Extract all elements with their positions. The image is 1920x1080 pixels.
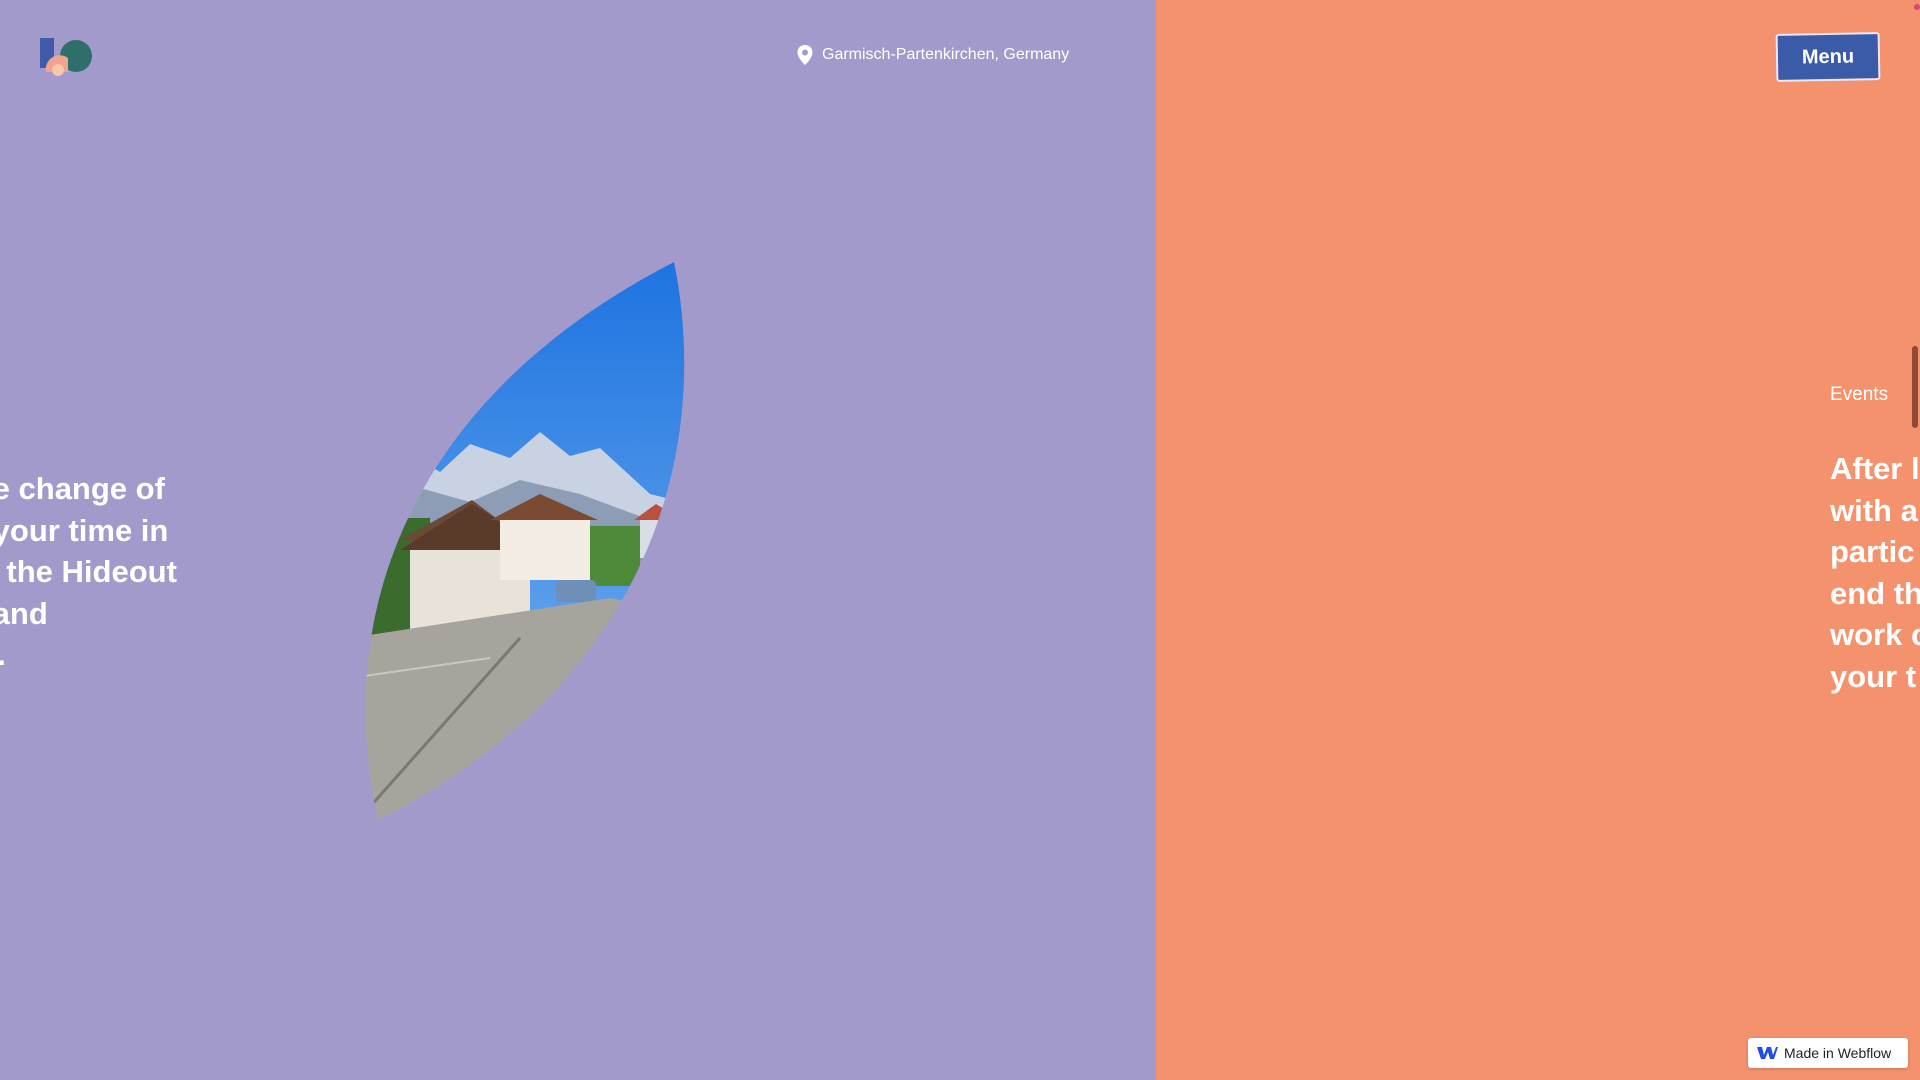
intro-line: joy the change of [0, 471, 165, 506]
badge-label: Made in Webflow [1784, 1045, 1892, 1061]
events-line: After l [1830, 451, 1920, 486]
events-line: partic [1830, 534, 1915, 569]
village-photo [350, 258, 706, 824]
events-line: your t [1830, 658, 1917, 694]
location-text: Garmisch-Partenkirchen, Germany [822, 46, 1070, 63]
right-panel [1156, 0, 1920, 1080]
webflow-icon [1757, 1047, 1778, 1059]
location-pin-icon [797, 45, 813, 65]
intro-line: ativity. [0, 634, 270, 676]
events-line: work c [1830, 617, 1920, 652]
events-line: end th [1830, 575, 1920, 611]
events-text: After l with a partic end th work c your… [1830, 448, 1920, 697]
events-label: Events [1830, 384, 1889, 405]
location: Garmisch-Partenkirchen, Germany [796, 44, 1069, 66]
hideout-logo-icon [40, 38, 92, 76]
intro-line: t and your time in [0, 512, 169, 548]
logo[interactable] [38, 36, 94, 76]
intro-line: mind and [0, 595, 48, 631]
intro-text: joy the change of t and your time in urn… [0, 468, 270, 676]
made-in-webflow-badge[interactable]: Made in Webflow [1748, 1038, 1908, 1068]
events-line: with a [1830, 492, 1918, 528]
scroll-indicator[interactable] [1912, 346, 1918, 428]
intro-line: urn to the Hideout [0, 554, 177, 589]
indicator-dot [1914, 4, 1920, 10]
menu-button[interactable]: Menu [1775, 32, 1881, 82]
